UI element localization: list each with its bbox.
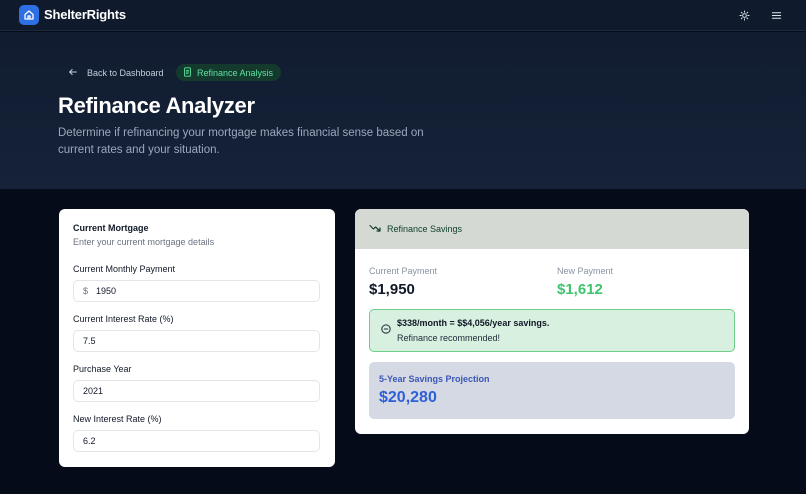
current-rate-value: 7.5 [83, 336, 96, 346]
new-rate-input[interactable]: 6.2 [73, 430, 320, 452]
breadcrumb-current: Refinance Analysis [176, 64, 282, 81]
refinance-savings-card: Refinance Savings Current Payment $1,950… [355, 209, 749, 434]
card-header-title: Refinance Savings [387, 224, 463, 234]
dollar-prefix: $ [83, 286, 89, 296]
current-payment-caption: Current Payment [369, 266, 438, 276]
purchase-year-input[interactable]: 2021 [73, 380, 320, 402]
current-rate-label: Current Interest Rate (%) [73, 314, 174, 324]
new-rate-value: 6.2 [83, 436, 96, 446]
savings-alert: $338/month = $$4,056/year savings. Refin… [369, 309, 735, 352]
purchase-year-value: 2021 [83, 386, 104, 396]
brand-name[interactable]: ShelterRights [44, 7, 126, 22]
back-link-label: Back to Dashboard [87, 68, 164, 78]
current-payment-input[interactable]: $ 1950 [73, 280, 320, 302]
projection-panel: 5-Year Savings Projection $20,280 [369, 362, 735, 419]
arrow-left-icon [68, 67, 78, 79]
check-circle-icon [381, 321, 391, 334]
breadcrumb-label: Refinance Analysis [197, 67, 274, 78]
top-nav: ShelterRights [0, 0, 806, 31]
trending-down-icon [369, 223, 381, 235]
current-payment-amount: $1,950 [369, 281, 415, 298]
card-title: Current Mortgage [73, 223, 149, 233]
menu-icon[interactable] [769, 8, 783, 22]
sun-icon[interactable] [737, 8, 751, 22]
current-payment-value: 1950 [96, 286, 117, 296]
savings-summary: $338/month = $$4,056/year savings. [397, 318, 550, 328]
card-header: Refinance Savings [355, 209, 749, 249]
card-description: Enter your current mortgage details [73, 237, 215, 247]
new-payment-caption: New Payment [557, 266, 614, 276]
document-icon [183, 66, 192, 79]
purchase-year-label: Purchase Year [73, 364, 132, 374]
current-mortgage-card: Current Mortgage Enter your current mort… [59, 209, 335, 467]
current-rate-input[interactable]: 7.5 [73, 330, 320, 352]
new-payment-amount: $1,612 [557, 281, 603, 298]
home-icon[interactable] [19, 5, 39, 25]
current-payment-label: Current Monthly Payment [73, 264, 176, 274]
savings-recommendation: Refinance recommended! [397, 333, 501, 343]
back-to-dashboard-link[interactable]: Back to Dashboard [68, 67, 164, 79]
page-subtitle: Determine if refinancing your mortgage m… [58, 127, 424, 156]
projection-label: 5-Year Savings Projection [379, 374, 490, 384]
projection-value: $20,280 [379, 389, 437, 406]
page-title: Refinance Analyzer [58, 93, 255, 118]
new-rate-label: New Interest Rate (%) [73, 414, 162, 424]
